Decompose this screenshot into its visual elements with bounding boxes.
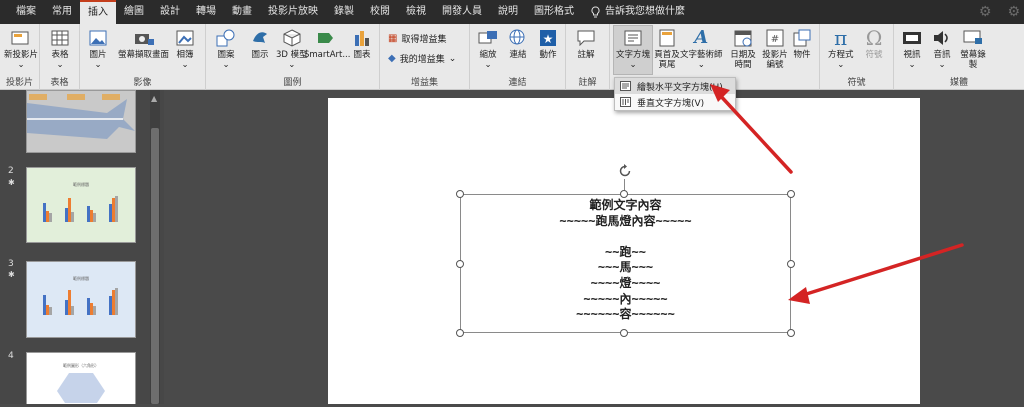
red-arrow-to-menu [710,84,793,174]
red-arrow-to-textbox [788,243,964,304]
annotation-arrows [710,84,964,304]
